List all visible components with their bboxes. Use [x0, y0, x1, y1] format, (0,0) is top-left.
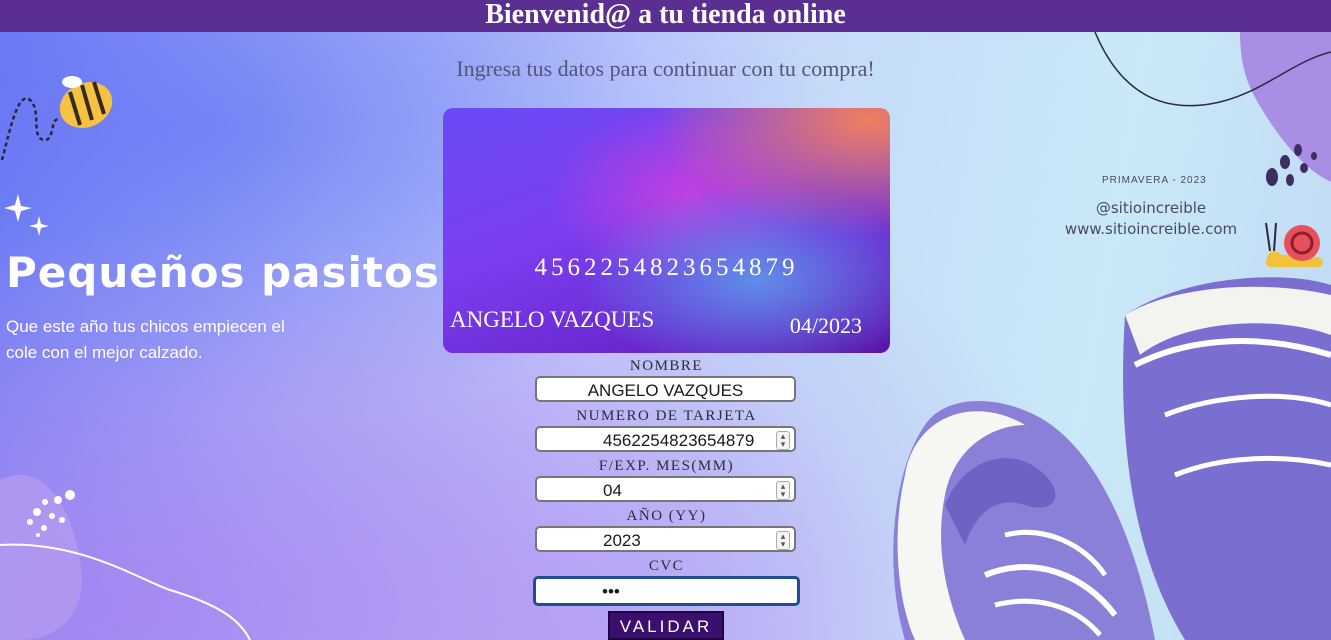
season-label: PRIMAVERA - 2023 — [1102, 175, 1207, 186]
card-number-input[interactable]: 4562254823654879 ▴ ▾ — [535, 426, 796, 452]
spinner-icon[interactable]: ▴ ▾ — [776, 531, 790, 550]
name-label: NOMBRE — [629, 358, 704, 374]
name-input[interactable]: ANGELO VAZQUES — [535, 376, 796, 402]
card-holder-display: ANGELO VAZQUES — [450, 307, 655, 332]
spinner-icon[interactable]: ▴ ▾ — [776, 431, 790, 450]
card-number-label: NUMERO DE TARJETA — [576, 408, 757, 424]
promo-text: Que este año tus chicos empiecen el cole… — [6, 317, 285, 362]
bee-icon — [0, 76, 113, 161]
website-text: www.sitioincreible.com — [1064, 220, 1238, 238]
year-value: 2023 — [603, 531, 641, 550]
credit-card-preview: 4562254823654879 ANGELO VAZQUES 04/2023 — [443, 108, 890, 353]
year-label: AÑO (YY) — [626, 508, 707, 524]
year-input[interactable]: 2023 ▴ ▾ — [535, 526, 796, 552]
page-header: Bienvenid@ a tu tienda online — [0, 0, 1331, 32]
cvc-value: ••• — [602, 582, 620, 601]
sneaker-illustration — [893, 277, 1331, 640]
card-expiry-display: 04/2023 — [789, 313, 862, 338]
cvc-label: CVC — [648, 558, 685, 574]
promo-title: Pequeños pasitos — [6, 248, 440, 297]
card-number-display: 4562254823654879 — [534, 254, 799, 281]
validate-button[interactable]: VALIDAR — [608, 611, 724, 640]
payment-form: NOMBRE ANGELO VAZQUES NUMERO DE TARJETA … — [533, 356, 800, 610]
page-subtitle: Ingresa tus datos para continuar con tu … — [456, 56, 875, 81]
month-value: 04 — [603, 481, 622, 500]
handle-text: @sitioincreible — [1095, 199, 1207, 217]
sparkle-icon — [4, 194, 49, 236]
spinner-icon[interactable]: ▴ ▾ — [776, 481, 790, 500]
social-handle: @sitioincreible www.sitioincreible.com — [1060, 198, 1242, 240]
snail-icon — [1265, 222, 1323, 267]
cvc-input[interactable]: ••• — [533, 576, 800, 606]
card-number-value: 4562254823654879 — [603, 431, 755, 450]
month-label: F/EXP. MES(MM) — [598, 458, 735, 474]
month-input[interactable]: 04 ▴ ▾ — [535, 476, 796, 502]
left-decoration — [0, 474, 251, 640]
